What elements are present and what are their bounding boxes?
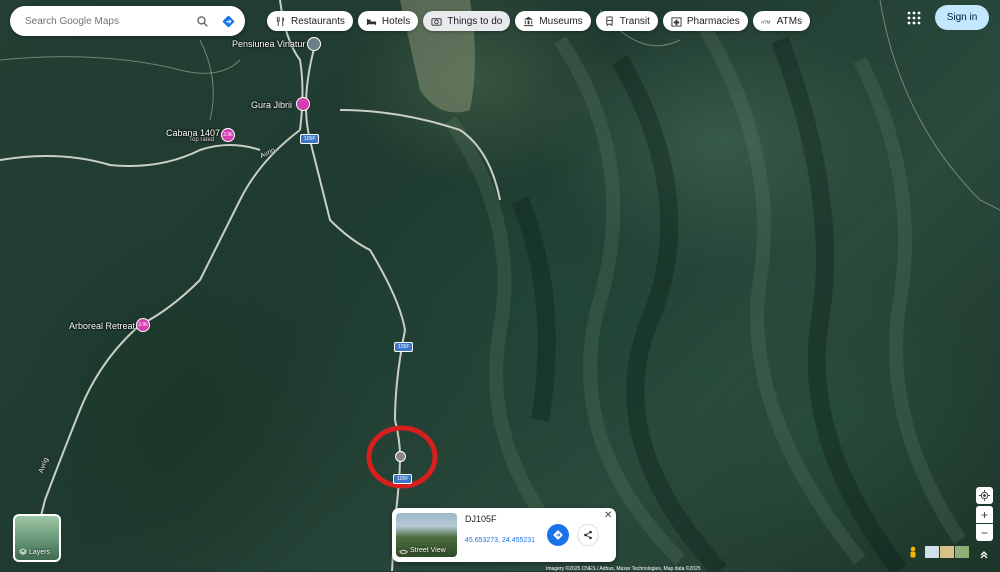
hotel-pin-icon[interactable]: 3.9k — [221, 128, 235, 142]
street-view-icon — [399, 549, 408, 554]
chip-label: ATMs — [776, 15, 803, 27]
camera-pin-icon[interactable] — [296, 97, 310, 111]
museum-icon — [524, 16, 534, 26]
lodging-pin-icon[interactable] — [307, 37, 321, 51]
location-info-card: Street View DJ105F 45.653273, 24.455231 … — [392, 508, 616, 562]
satellite-map[interactable]: Pensiunea Vinatur Gura Jibrii Cabana 140… — [0, 0, 1000, 571]
chip-label: Transit — [619, 15, 650, 27]
chip-hotels[interactable]: Hotels — [357, 11, 419, 31]
chip-pharmacies[interactable]: Pharmacies — [662, 11, 748, 31]
directions-button[interactable] — [547, 524, 569, 546]
street-view-thumbnail[interactable]: Street View — [396, 513, 457, 557]
selected-location-marker[interactable] — [395, 451, 406, 462]
pharmacy-icon — [671, 16, 682, 27]
directions-icon — [553, 530, 563, 540]
bed-icon — [366, 18, 377, 25]
zoom-out-button[interactable]: − — [976, 524, 993, 541]
chip-label: Museums — [539, 15, 583, 27]
chip-label: Things to do — [447, 15, 503, 27]
my-location-icon[interactable] — [976, 487, 993, 504]
chip-restaurants[interactable]: Restaurants — [267, 11, 353, 31]
place-label-gura[interactable]: Gura Jibrii — [251, 100, 292, 110]
road-badge: 105F — [300, 134, 320, 144]
chip-label: Pharmacies — [686, 15, 740, 27]
card-coordinates[interactable]: 45.653273, 24.455231 — [465, 537, 535, 544]
chip-museums[interactable]: Museums — [515, 11, 591, 31]
zoom-in-button[interactable]: + — [976, 506, 993, 523]
pin-badge: 3.9k — [138, 322, 148, 328]
layers-label: Layers — [29, 548, 51, 556]
search-icon[interactable] — [189, 8, 215, 34]
pin-badge: 3.9k — [223, 132, 233, 138]
atm-icon: ATM — [761, 19, 771, 24]
category-chips: Restaurants Hotels Things to do Museums … — [267, 11, 811, 31]
chip-atms[interactable]: ATM ATMs — [752, 11, 811, 31]
road-badge: 105F — [393, 474, 413, 484]
hotel-pin-icon[interactable]: 3.9k — [136, 318, 150, 332]
chip-label: Restaurants — [291, 15, 345, 27]
directions-icon[interactable] — [215, 8, 241, 34]
camera-icon — [431, 17, 442, 26]
train-icon — [605, 15, 613, 26]
place-label-pensiunea[interactable]: Pensiunea Vinatur — [232, 39, 305, 49]
search-input[interactable]: Search Google Maps — [10, 16, 189, 27]
place-label-arboreal[interactable]: Arboreal Retreat — [69, 321, 135, 331]
map-terrain — [0, 0, 1000, 571]
chip-things-to-do[interactable]: Things to do — [423, 11, 511, 31]
search-box: Search Google Maps — [10, 6, 245, 36]
layers-icon — [19, 548, 27, 555]
place-sublabel-cabana: Top rated — [189, 137, 215, 143]
share-icon — [584, 530, 592, 540]
share-button[interactable] — [577, 524, 599, 546]
apps-grid-icon[interactable] — [907, 11, 921, 25]
card-title: DJ105F — [465, 514, 497, 524]
imagery-thumbnails[interactable] — [925, 546, 969, 558]
svg-text:ATM: ATM — [761, 19, 771, 24]
fork-knife-icon — [276, 16, 285, 26]
road-badge: 105F — [394, 342, 414, 352]
sign-in-button[interactable]: Sign in — [935, 5, 989, 30]
map-attribution: Imagery ©2025 CNES / Airbus, Maxar Techn… — [546, 566, 701, 572]
chip-label: Hotels — [381, 15, 411, 27]
layers-button[interactable]: Layers — [13, 514, 61, 562]
chevron-up-double-icon[interactable] — [978, 547, 990, 559]
pegman-icon[interactable] — [907, 546, 919, 560]
close-card-button[interactable]: ✕ — [604, 510, 612, 521]
chip-transit[interactable]: Transit — [595, 11, 658, 31]
street-view-label: Street View — [410, 547, 446, 554]
